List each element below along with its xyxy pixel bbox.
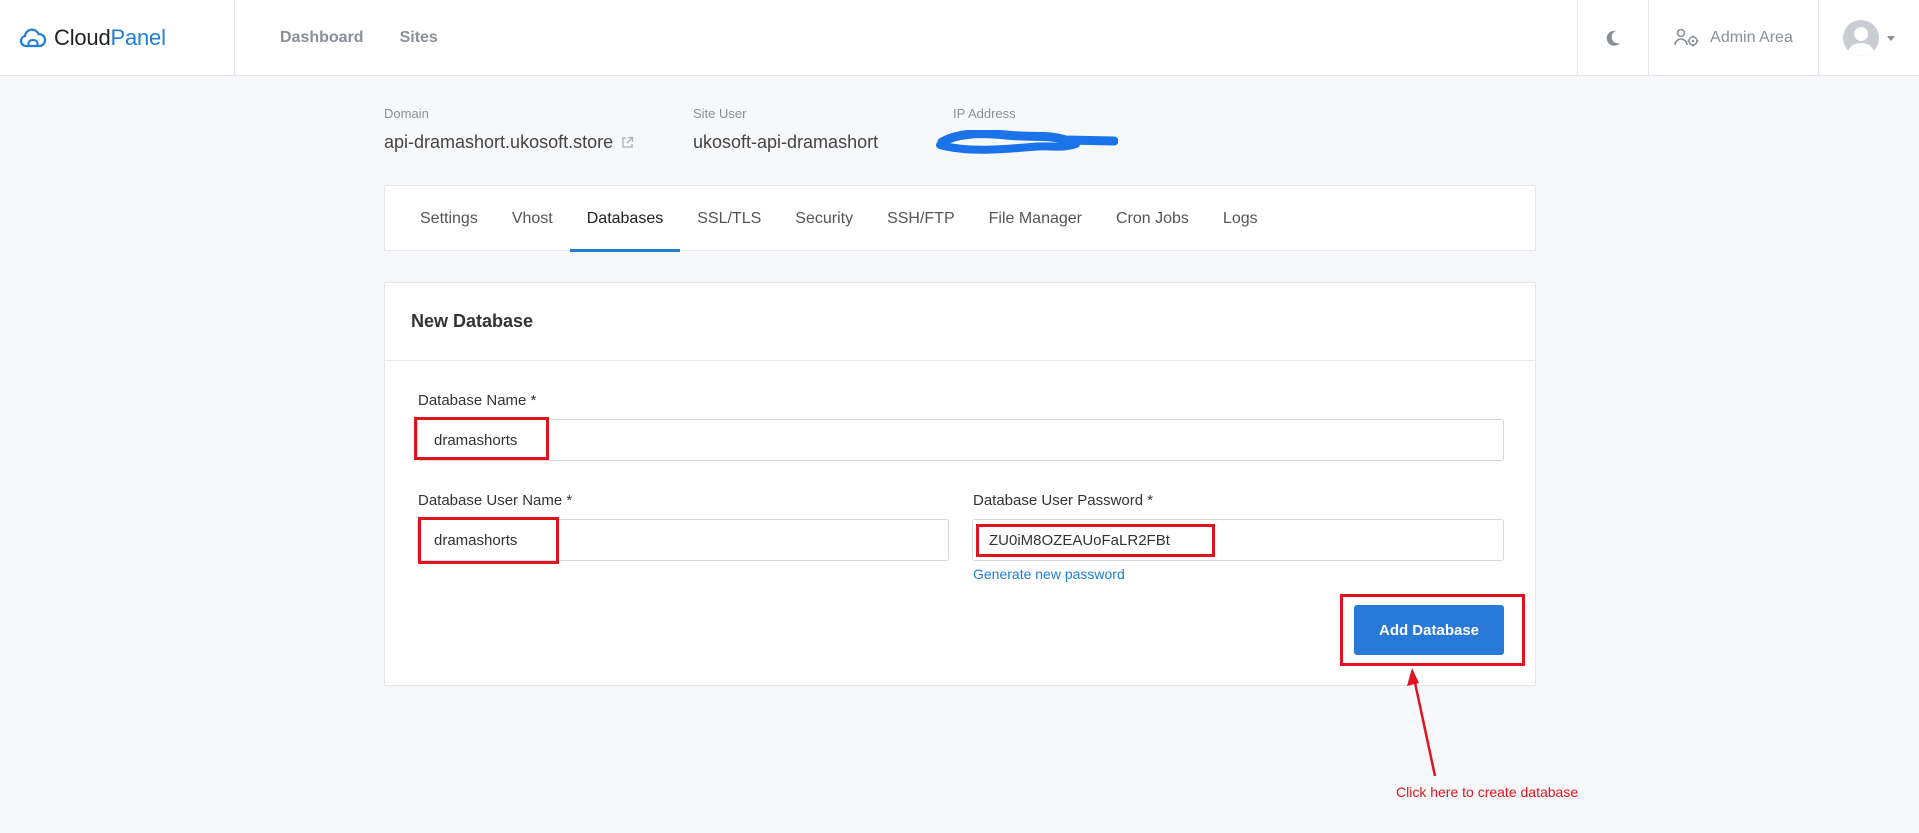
user-menu[interactable] [1818,0,1919,76]
db-name-label: Database Name * [418,392,537,409]
tab-logs[interactable]: Logs [1206,186,1275,251]
domain-value[interactable]: api-dramashort.ukosoft.store [384,132,613,153]
db-pass-label: Database User Password * [973,492,1154,509]
logo[interactable]: CloudPanel [0,0,235,76]
admin-area-link[interactable]: Admin Area [1648,0,1818,76]
redaction-scribble [936,130,1118,154]
moon-icon [1606,30,1620,46]
db-user-label: Database User Name * [418,492,573,509]
tab-cron-jobs[interactable]: Cron Jobs [1099,186,1206,251]
generate-password-link[interactable]: Generate new password [973,566,1125,582]
ip-info: IP Address [953,106,1016,121]
tab-ssl-tls[interactable]: SSL/TLS [680,186,778,251]
db-user-input[interactable]: dramashorts [417,519,949,561]
top-nav: Dashboard Sites [280,0,438,76]
new-database-card: New Database Database Name * dramashorts… [384,282,1536,686]
tab-vhost[interactable]: Vhost [495,186,570,251]
annotation-arrow-icon [1407,668,1437,777]
top-header: CloudPanel Dashboard Sites Admin Area [0,0,1919,76]
site-user-info: Site User ukosoft-api-dramashort [693,106,878,153]
card-title: New Database [385,283,1535,361]
annotation-text: Click here to create database [1396,784,1579,800]
nav-dashboard[interactable]: Dashboard [280,29,364,47]
site-user-label: Site User [693,106,747,121]
domain-info: Domain api-dramashort.ukosoft.store [384,106,634,153]
domain-value-row: api-dramashort.ukosoft.store [384,132,634,153]
tab-settings[interactable]: Settings [403,186,495,251]
tab-databases[interactable]: Databases [569,186,681,252]
caret-down-icon [1887,35,1895,41]
db-pass-input[interactable]: ZU0iM8OZEAUoFaLR2FBt [972,519,1504,561]
avatar [1843,20,1879,56]
users-gear-icon [1674,28,1699,47]
brand-part-1: Cloud [54,25,111,50]
header-actions: Admin Area [1577,0,1919,76]
tab-security[interactable]: Security [778,186,870,251]
tab-ssh-ftp[interactable]: SSH/FTP [870,186,972,251]
nav-sites[interactable]: Sites [400,29,438,47]
dark-mode-toggle[interactable] [1577,0,1648,76]
admin-area-label: Admin Area [1710,29,1793,46]
add-database-button[interactable]: Add Database [1354,605,1504,655]
domain-label: Domain [384,106,429,121]
db-name-input[interactable]: dramashorts [417,419,1504,461]
cloud-logo-icon [19,28,47,48]
site-tabs: Settings Vhost Databases SSL/TLS Securit… [384,185,1536,252]
ip-label: IP Address [953,106,1016,121]
site-user-value: ukosoft-api-dramashort [693,132,879,152]
tab-file-manager[interactable]: File Manager [972,186,1099,251]
brand-part-2: Panel [110,25,166,50]
brand-name: CloudPanel [54,25,166,51]
external-link-icon[interactable] [621,136,634,149]
